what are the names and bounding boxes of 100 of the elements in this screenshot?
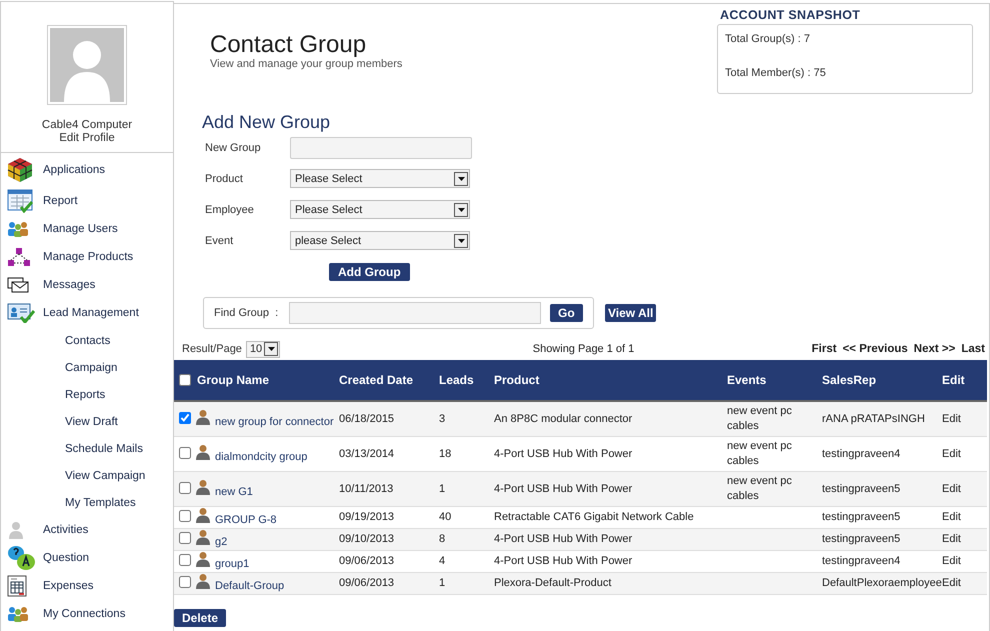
group-name-link[interactable]: g2 [215,529,228,550]
profile-name: Cable4 Computer [42,119,132,132]
edit-link[interactable]: Edit [942,448,961,460]
table-cell: rANA pRATAPsINGH [822,412,925,424]
row-checkbox[interactable] [179,412,191,424]
snapshot-title: ACCOUNT SNAPSHOT [719,8,862,22]
table-cell: 09/06/2013 [339,577,394,589]
view-all-button[interactable]: View All [605,304,656,322]
person-icon [195,551,211,567]
sidebar-item[interactable]: My Connections [43,608,126,620]
group-name-link[interactable]: new G1 [215,478,253,500]
sidebar-item[interactable]: Messages [43,279,96,291]
sidebar-subitem[interactable]: View Campaign [65,470,146,482]
edit-link[interactable]: Edit [942,412,961,424]
caret-icon [454,202,468,216]
table-cell: 09/19/2013 [339,511,394,523]
users-icon [7,606,29,622]
dropdown[interactable]: Please Select [290,200,470,219]
table-cell: 18 [439,448,452,460]
table-cell: 10/11/2013 [339,482,394,494]
contact-card-icon [7,303,35,323]
sidebar-subitem[interactable]: View Draft [65,416,118,428]
pager-link[interactable]: First [812,343,837,355]
sidebar-item[interactable]: Applications [43,164,106,176]
table-cell: 40 [439,511,452,523]
sidebar-item[interactable]: Question [43,552,90,564]
field-label: New Group [204,142,262,154]
pager-link[interactable]: << Previous [842,343,908,355]
edit-profile-link[interactable]: Edit Profile [59,132,115,145]
field-label: Employee [204,204,255,216]
sidebar-subitem[interactable]: Campaign [65,362,118,374]
page-size-dropdown[interactable]: 10 [246,340,280,358]
input-field[interactable] [290,136,472,158]
table-cell: 03/13/2014 [339,448,394,460]
table-cell: 3 [439,412,446,424]
table-icon [7,575,27,597]
select-all-checkbox[interactable] [179,374,191,386]
row-checkbox[interactable] [179,554,191,566]
table-cell: new event pc cables [727,440,792,467]
snapshot-stat: Total Group(s) : 7 [725,33,811,45]
table-cell: Plexora-Default-Product [494,577,612,589]
sidebar-subitem[interactable]: Reports [65,388,106,400]
table-cell: 1 [439,482,446,494]
table-cell: 1 [439,577,446,589]
row-checkbox[interactable] [179,446,191,458]
column-header: Created Date [339,373,414,387]
person-icon [195,444,211,460]
dropdown[interactable]: Please Select [290,169,470,188]
edit-link[interactable]: Edit [942,511,961,523]
row-checkbox[interactable] [179,532,191,544]
users-icon [7,221,29,237]
table-cell: new event pc cables [727,405,792,432]
sidebar-item[interactable]: Report [43,195,78,207]
edit-link[interactable]: Edit [942,555,961,567]
edit-link[interactable]: Edit [942,482,961,494]
envelope-icon [7,277,29,293]
field-label: Find Group : [214,307,280,319]
sidebar-subitem[interactable]: Schedule Mails [65,442,143,454]
sidebar-item[interactable]: Manage Products [43,251,134,263]
person-icon [195,529,211,545]
search-field[interactable] [289,302,541,324]
add-group-button[interactable]: Add Group [329,263,410,281]
column-header: Events [727,373,766,387]
person-icon [195,478,211,494]
caret-icon [454,172,468,186]
person-icon [195,573,211,589]
group-name-link[interactable]: group1 [215,551,250,572]
caret-icon [454,234,468,248]
field-label: Product [204,172,244,184]
pager-link[interactable]: Next >> [914,343,956,355]
table-cell: 4-Port USB Hub With Power [494,448,632,460]
row-checkbox[interactable] [179,576,191,588]
table-cell: 4-Port USB Hub With Power [494,555,632,567]
table-cell: testingpraveen5 [822,533,900,545]
pager-link[interactable]: Last [961,343,985,355]
person-icon [7,520,25,540]
delete-button[interactable]: Delete [174,609,226,627]
speech-bubbles-icon [7,545,37,571]
page-title: Contact Group [210,32,368,58]
row-checkbox[interactable] [179,482,191,494]
dropdown[interactable]: please Select [290,231,470,250]
table-cell: 09/10/2013 [339,533,394,545]
table-cell: 4 [439,555,446,567]
network-icon [7,247,31,267]
sidebar-item[interactable]: Manage Users [43,223,118,235]
sidebar-item[interactable]: Expenses [43,580,94,592]
table-cell: testingpraveen4 [822,448,900,460]
group-name-link[interactable]: dialmondcity group [215,444,308,464]
sidebar-subitem[interactable]: Contacts [65,334,110,346]
cube-icon [7,157,33,183]
snapshot-stat: Total Member(s) : 75 [725,67,827,79]
person-icon [195,408,211,424]
row-checkbox[interactable] [179,510,191,522]
group-name-link[interactable]: GROUP G-8 [215,507,277,528]
field-label: Event [204,234,234,246]
sidebar-item[interactable]: Activities [43,524,88,536]
sidebar-subitem[interactable]: My Templates [65,496,136,508]
sidebar-item[interactable]: Lead Management [43,307,139,319]
column-header: Group Name [197,373,270,387]
go-button[interactable]: Go [550,304,583,322]
